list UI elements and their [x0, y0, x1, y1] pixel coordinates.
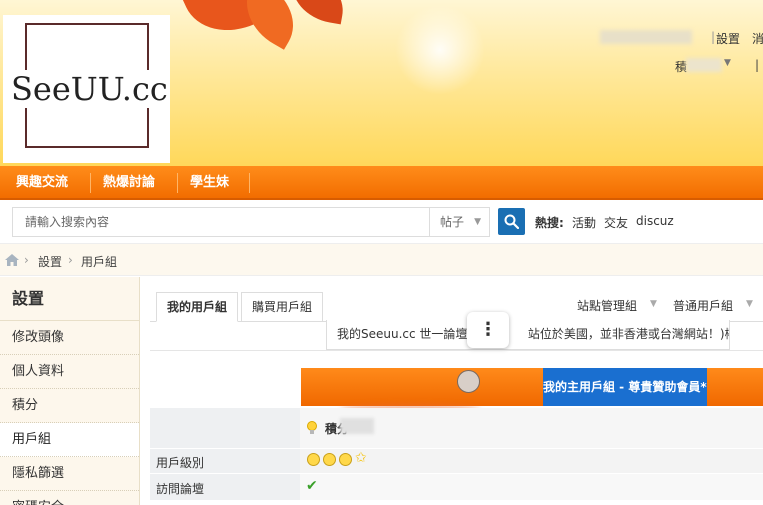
level-smiley-icon: [339, 453, 352, 466]
hot-search-link[interactable]: discuz: [636, 214, 674, 228]
chevron-down-icon: ▼: [474, 217, 481, 227]
nav-separator: [249, 173, 250, 193]
checkmark-icon: ✔: [306, 478, 318, 494]
main-group-title: 我的主用戶組 - 尊貴贊助會員*: [543, 368, 707, 406]
more-options-icon[interactable]: ⋮: [467, 312, 509, 348]
hot-search-label: 熱搜:: [535, 216, 564, 230]
home-icon[interactable]: [5, 254, 19, 266]
credit-row-label-cell: [150, 408, 300, 448]
member-groups-link[interactable]: 普通用戶組: [673, 297, 733, 314]
chevron-down-icon[interactable]: ▼: [650, 299, 657, 309]
chevron-down-icon[interactable]: ▼: [746, 299, 753, 309]
hot-search-link[interactable]: 活動: [572, 214, 596, 231]
sidebar-item-password[interactable]: 密碼安全: [0, 491, 139, 505]
visit-forum-label: 訪問論壇: [156, 482, 205, 496]
messages-link[interactable]: 消: [752, 30, 763, 47]
search-button[interactable]: [498, 208, 525, 235]
search-icon: [504, 214, 519, 229]
nav-item-student[interactable]: 學生妹: [178, 166, 241, 200]
site-logo[interactable]: SeeUU.cc: [3, 15, 170, 163]
tab-my-usergroup[interactable]: 我的用戶組: [156, 292, 239, 322]
breadcrumb: › 設置 › 用戶組: [0, 244, 763, 276]
breadcrumb-separator: ›: [24, 253, 29, 267]
level-smiley-icon: [307, 453, 320, 466]
notice-prefix: 我的Seeuu.cc 世一論壇 (: [337, 327, 476, 341]
logo-text: SeeUU.cc: [9, 70, 170, 108]
edge-divider: |: [755, 58, 760, 72]
content-divider: [150, 350, 763, 351]
level-star-icon: ✩: [355, 450, 367, 466]
search-type-select[interactable]: 帖子 ▼: [430, 207, 490, 237]
cursor-circle-icon: [457, 370, 480, 393]
maple-leaf-decoration: [286, 0, 349, 25]
search-input[interactable]: 請輸入搜索內容: [12, 207, 430, 237]
notice-suffix: 站位於美國，並非香港或台灣網站！)權限: [527, 327, 730, 341]
search-type-value: 帖子: [440, 215, 465, 229]
lightbulb-icon: [307, 421, 317, 434]
permission-notice: 我的Seeuu.cc 世一論壇 ( 站位於美國，並非香港或台灣網站！)權限: [326, 320, 730, 350]
sun-glow-decoration: [395, 5, 485, 95]
level-label: 用戶級別: [156, 456, 205, 470]
settings-sidebar: 設置 修改頭像 個人資料 積分 用戶組 隱私篩選 密碼安全: [0, 277, 140, 505]
sidebar-item-usergroup[interactable]: 用戶組: [0, 423, 139, 457]
level-smiley-icon: [323, 453, 336, 466]
sidebar-item-credits[interactable]: 積分: [0, 389, 139, 423]
settings-link[interactable]: 設置: [716, 30, 740, 47]
top-separator: |: [711, 30, 716, 44]
sidebar-title: 設置: [0, 277, 139, 321]
sidebar-item-privacy[interactable]: 隱私篩選: [0, 457, 139, 491]
site-header: SeeUU.cc | 設置 消 積 ▼ |: [0, 0, 763, 166]
nav-item-hot[interactable]: 熱爆討論: [91, 166, 167, 200]
breadcrumb-settings[interactable]: 設置: [38, 253, 62, 270]
chevron-down-icon[interactable]: ▼: [724, 58, 731, 68]
nav-item-interest[interactable]: 興趣交流: [4, 166, 80, 200]
breadcrumb-usergroup[interactable]: 用戶組: [81, 253, 117, 270]
credit-value-blurred: [340, 418, 374, 434]
sidebar-item-avatar[interactable]: 修改頭像: [0, 321, 139, 355]
username-blurred[interactable]: [600, 30, 692, 44]
breadcrumb-separator: ›: [68, 253, 73, 267]
admin-groups-link[interactable]: 站點管理組: [577, 297, 637, 314]
tab-buy-usergroup[interactable]: 購買用戶組: [241, 292, 324, 322]
main-nav: 興趣交流 熱爆討論 學生妹: [0, 166, 763, 200]
credit-value-blurred: [686, 58, 722, 72]
sidebar-item-profile[interactable]: 個人資料: [0, 355, 139, 389]
search-bar: 請輸入搜索內容 帖子 ▼ 熱搜: 活動 交友 discuz: [0, 200, 763, 244]
hot-search-link[interactable]: 交友: [604, 214, 628, 231]
